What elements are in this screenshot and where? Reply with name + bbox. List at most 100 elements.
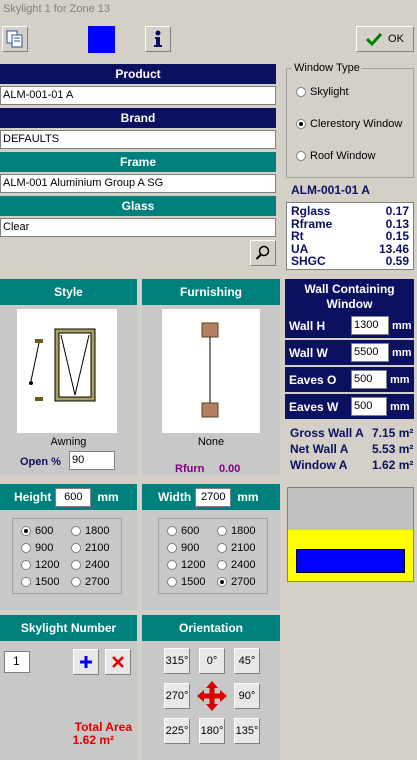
awning-image[interactable] — [17, 309, 117, 433]
furnishing-panel: Furnishing None Rfurn 0.00 — [142, 279, 280, 475]
properties-list: Rglass 0.17 Rframe 0.13 Rt 0.15 UA 13.46 SHGC 0.5… — [291, 205, 409, 268]
orientation-315-button[interactable]: 315° — [164, 648, 190, 674]
info-button[interactable] — [145, 26, 171, 52]
ok-label: OK — [388, 33, 404, 45]
style-name: Awning — [50, 436, 87, 448]
height-option-2400[interactable]: 2400 — [71, 559, 109, 571]
window-type-clerestory[interactable]: Clerestory Window — [296, 118, 402, 130]
width-options: 600 1800 900 2100 1200 2400 1500 2700 — [158, 518, 268, 594]
property-value: 0.59 — [385, 254, 409, 268]
eaves-w-row: Eaves W 500 mm — [285, 394, 414, 419]
orientation-45-button[interactable]: 45° — [234, 648, 260, 674]
width-option-1500[interactable]: 1500 — [167, 576, 205, 588]
window-shape — [296, 549, 405, 573]
option-label: 2700 — [231, 576, 256, 588]
wall-w-label: Wall W — [289, 345, 328, 360]
furnishing-image[interactable] — [162, 309, 260, 433]
toolbar: OK — [0, 20, 417, 60]
width-option-2700[interactable]: 2700 — [217, 576, 255, 588]
height-option-1800[interactable]: 1800 — [71, 525, 109, 537]
frame-field[interactable]: ALM-001 Aluminium Group A SG — [0, 174, 276, 193]
radio-icon — [21, 577, 31, 588]
wall-w-row: Wall W 5500 mm — [285, 340, 414, 365]
close-icon — [112, 656, 124, 668]
orientation-90-button[interactable]: 90° — [234, 683, 260, 709]
height-option-2100[interactable]: 2100 — [71, 542, 109, 554]
radio-selected-icon — [217, 577, 227, 588]
brand-field[interactable]: DEFAULTS — [0, 130, 276, 149]
height-option-2700[interactable]: 2700 — [71, 576, 109, 588]
plus-icon — [80, 656, 92, 668]
brand-header: Brand — [0, 108, 276, 128]
style-panel: Style Awning Open % 90 — [0, 279, 137, 475]
width-option-600[interactable]: 600 — [167, 525, 199, 537]
height-option-600[interactable]: 600 — [21, 525, 53, 537]
height-options: 600 1800 900 2100 1200 2400 1500 2700 — [12, 518, 122, 594]
option-label: 900 — [35, 542, 54, 554]
property-row: Rt 0.15 — [291, 230, 409, 243]
unit-label: mm — [392, 319, 412, 332]
delete-skylight-button[interactable] — [105, 649, 131, 675]
width-header: Width 2700 mm — [142, 484, 280, 510]
option-label: 2400 — [231, 559, 256, 571]
eaves-w-field[interactable]: 500 — [351, 397, 387, 416]
width-option-1200[interactable]: 1200 — [167, 559, 205, 571]
skylight-number-field[interactable]: 1 — [4, 651, 30, 673]
width-unit: mm — [237, 490, 259, 504]
orientation-0-button[interactable]: 0° — [199, 648, 225, 674]
height-option-1500[interactable]: 1500 — [21, 576, 59, 588]
option-label: 2700 — [85, 576, 110, 588]
orientation-180-button[interactable]: 180° — [199, 718, 225, 744]
width-option-1800[interactable]: 1800 — [217, 525, 255, 537]
net-wall-label: Net Wall A — [290, 442, 349, 456]
width-option-900[interactable]: 900 — [167, 542, 199, 554]
height-unit: mm — [97, 490, 119, 504]
orientation-135-button[interactable]: 135° — [234, 718, 260, 744]
height-field[interactable]: 600 — [55, 487, 92, 507]
glass-field[interactable]: Clear — [0, 218, 276, 237]
frame-header: Frame — [0, 152, 276, 172]
ok-button[interactable]: OK — [356, 26, 414, 52]
height-header: Height 600 mm — [0, 484, 137, 510]
copy-button[interactable] — [2, 26, 28, 52]
width-option-2400[interactable]: 2400 — [217, 559, 255, 571]
width-option-2100[interactable]: 2100 — [217, 542, 255, 554]
orientation-225-button[interactable]: 225° — [164, 718, 190, 744]
radio-icon — [217, 543, 227, 554]
eaves-o-field[interactable]: 500 — [351, 370, 387, 389]
unit-label: mm — [390, 400, 410, 413]
copy-icon — [6, 30, 23, 48]
window-type-roof[interactable]: Roof Window — [296, 150, 375, 162]
orientation-270-button[interactable]: 270° — [164, 683, 190, 709]
height-option-1200[interactable]: 1200 — [21, 559, 59, 571]
radio-selected-icon — [21, 526, 31, 537]
wall-h-row: Wall H 1300 mm — [285, 313, 414, 338]
furnishing-name: None — [197, 436, 225, 448]
width-field[interactable]: 2700 — [195, 487, 232, 507]
wall-w-field[interactable]: 5500 — [351, 343, 389, 362]
product-field[interactable]: ALM-001-01 A — [0, 86, 276, 105]
radio-icon — [296, 151, 306, 162]
open-percent-field[interactable]: 90 — [69, 451, 115, 470]
skylight-number-panel: Skylight Number 1 Total Area 1.62 m² — [0, 615, 137, 760]
info-icon — [154, 30, 162, 47]
color-swatch-button[interactable] — [88, 26, 115, 53]
rfurn-value: 0.00 — [219, 463, 241, 475]
search-button[interactable] — [250, 240, 276, 266]
height-option-900[interactable]: 900 — [21, 542, 53, 554]
net-wall-value: 5.53 m² — [372, 442, 414, 456]
option-label: 1800 — [231, 525, 256, 537]
radio-icon — [167, 577, 177, 588]
window-type-skylight[interactable]: Skylight — [296, 86, 349, 98]
property-label: Rt — [291, 229, 304, 243]
width-label: Width — [158, 490, 192, 504]
compass-move-icon — [195, 679, 229, 713]
add-skylight-button[interactable] — [73, 649, 99, 675]
wall-title: Wall Containing Window — [285, 279, 414, 313]
radio-icon — [71, 543, 81, 554]
wall-preview — [287, 487, 414, 582]
option-label: 2100 — [231, 542, 256, 554]
wall-h-field[interactable]: 1300 — [351, 316, 389, 335]
option-label: 600 — [35, 525, 54, 537]
roof-eaves-shape — [288, 488, 413, 530]
